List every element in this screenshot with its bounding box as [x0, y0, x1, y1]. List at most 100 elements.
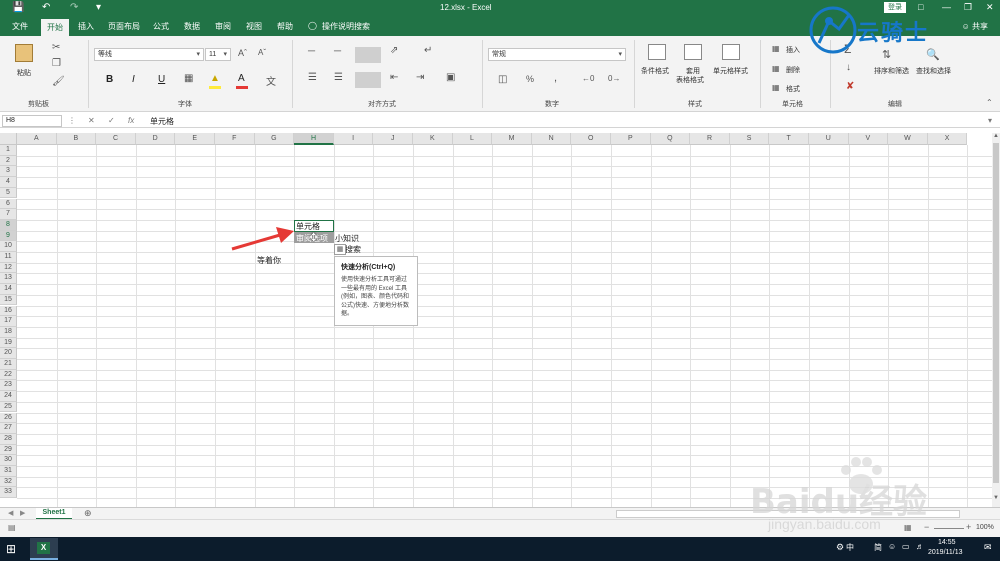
row-header[interactable]: 22 [0, 369, 17, 381]
more-icon[interactable]: ⋮ [68, 116, 76, 125]
column-header[interactable]: I [333, 133, 374, 145]
row-header[interactable]: 23 [0, 380, 17, 392]
row-header[interactable]: 21 [0, 359, 17, 370]
row-header[interactable]: 16 [0, 305, 17, 317]
row-header[interactable]: 24 [0, 391, 17, 402]
zoom-level[interactable]: 100% [976, 524, 994, 531]
increase-indent-icon[interactable]: ⇥ [416, 72, 424, 83]
column-header[interactable]: X [927, 133, 968, 145]
row-header[interactable]: 33 [0, 487, 17, 499]
column-header[interactable]: S [729, 133, 770, 145]
tab-formulas[interactable]: 公式 [153, 21, 169, 32]
column-header[interactable]: A [17, 133, 57, 145]
tab-page-layout[interactable]: 页面布局 [108, 21, 140, 32]
align-center-icon[interactable]: ☰ [334, 72, 343, 83]
orientation-icon[interactable]: ⇗ [390, 45, 398, 56]
redo-icon[interactable]: ↷ [70, 2, 78, 13]
column-header[interactable]: P [611, 133, 651, 145]
tab-file[interactable]: 文件 [12, 21, 28, 32]
row-header[interactable]: 20 [0, 348, 17, 359]
number-format-dropdown[interactable]: 常规 ▾ [488, 48, 626, 61]
insert-cells-button[interactable]: 插入 [786, 45, 800, 55]
increase-font-icon[interactable]: Aˆ [238, 48, 247, 58]
column-header[interactable]: L [452, 133, 493, 145]
paste-icon[interactable] [15, 44, 33, 62]
conditional-format-icon[interactable] [648, 44, 666, 60]
windows-start-icon[interactable]: ⊞ [6, 542, 16, 556]
borders-icon[interactable]: ▦ [184, 73, 193, 84]
insert-cells-icon[interactable]: ▦ [772, 44, 780, 53]
copy-icon[interactable]: ❐ [52, 58, 61, 69]
row-header[interactable]: 31 [0, 466, 17, 477]
tab-view[interactable]: 视图 [246, 21, 262, 32]
expand-formula-icon[interactable]: ▾ [988, 116, 992, 125]
ime-indicator[interactable]: 中 [846, 542, 854, 553]
row-header[interactable]: 13 [0, 273, 17, 285]
format-cells-icon[interactable]: ▦ [772, 83, 780, 92]
decrease-indent-icon[interactable]: ⇤ [390, 72, 398, 83]
row-header[interactable]: 9 [0, 230, 17, 242]
tab-insert[interactable]: 插入 [78, 21, 94, 32]
italic-button[interactable]: I [132, 74, 135, 85]
row-header[interactable]: 3 [0, 166, 17, 178]
row-header[interactable]: 12 [0, 262, 17, 274]
row-header[interactable]: 27 [0, 423, 17, 434]
column-header[interactable]: V [848, 133, 889, 145]
row-header[interactable]: 2 [0, 155, 17, 167]
column-header[interactable]: C [96, 133, 136, 145]
cell-styles-button[interactable]: 单元格样式 [713, 66, 748, 76]
column-header[interactable]: N [531, 133, 572, 145]
row-header[interactable]: 17 [0, 316, 17, 327]
column-header[interactable]: B [56, 133, 97, 145]
row-header[interactable]: 18 [0, 326, 17, 338]
underline-button[interactable]: U [158, 74, 165, 85]
insert-function-button[interactable]: fx [128, 116, 134, 125]
row-header[interactable]: 15 [0, 294, 17, 306]
add-sheet-icon[interactable]: ⊕ [84, 508, 92, 519]
column-header[interactable]: U [809, 133, 849, 145]
clear-icon[interactable]: ✘ [846, 81, 854, 92]
format-as-table-label-2[interactable]: 表格格式 [676, 75, 704, 85]
row-header[interactable]: 14 [0, 284, 17, 295]
row-header[interactable]: 8 [0, 219, 17, 231]
cell-g11[interactable]: 等着你 [257, 255, 281, 266]
tab-review[interactable]: 审阅 [215, 21, 231, 32]
column-header[interactable]: W [888, 133, 928, 145]
align-left-icon[interactable]: ☰ [308, 72, 317, 83]
row-header[interactable]: 26 [0, 412, 17, 424]
prev-sheet-icon[interactable]: ◀ [8, 509, 13, 517]
macro-record-icon[interactable]: ▤ [8, 523, 16, 532]
name-box[interactable]: H8 [2, 115, 62, 127]
row-header[interactable]: 32 [0, 476, 17, 488]
tell-me-search[interactable]: 操作说明搜索 [322, 21, 370, 32]
clock-time[interactable]: 14:55 [938, 539, 956, 546]
font-color-icon[interactable]: A [238, 73, 245, 84]
column-header[interactable]: F [215, 133, 255, 145]
increase-decimal-icon[interactable]: ←0 [582, 74, 594, 83]
format-cells-button[interactable]: 格式 [786, 84, 800, 94]
cell-i9[interactable]: 小知识 [335, 233, 359, 244]
comma-button[interactable]: , [554, 72, 557, 84]
delete-cells-icon[interactable]: ▦ [772, 64, 780, 73]
ime-indicator-2[interactable]: 简 [874, 542, 882, 553]
column-header[interactable]: R [690, 133, 730, 145]
column-header[interactable]: M [492, 133, 532, 145]
worksheet-grid[interactable]: ABCDEFGHIJKLMNOPQRSTUVWX 1 2 3 4 5 6 7 8 9 10 11 12… [0, 133, 992, 507]
next-sheet-icon[interactable]: ▶ [20, 509, 25, 517]
scroll-up-icon[interactable]: ▲ [993, 133, 999, 139]
column-header[interactable]: E [175, 133, 215, 145]
decrease-decimal-icon[interactable]: 0→ [608, 74, 620, 83]
volume-icon[interactable]: ♬ [916, 542, 924, 551]
scroll-down-icon[interactable]: ▼ [993, 495, 999, 501]
cell-i10[interactable]: 搜索 [345, 244, 361, 255]
collapse-ribbon-icon[interactable]: ⌃ [986, 98, 993, 107]
row-header[interactable]: 11 [0, 252, 17, 263]
row-header[interactable]: 30 [0, 455, 17, 466]
paste-label[interactable]: 粘贴 [17, 68, 31, 78]
row-header[interactable]: 19 [0, 337, 17, 349]
row-header[interactable]: 4 [0, 177, 17, 188]
cancel-icon[interactable]: ✕ [88, 116, 95, 125]
sort-filter-button[interactable]: 排序和筛选 [874, 66, 909, 76]
cut-icon[interactable]: ✂ [52, 42, 60, 53]
row-header[interactable]: 7 [0, 209, 17, 220]
